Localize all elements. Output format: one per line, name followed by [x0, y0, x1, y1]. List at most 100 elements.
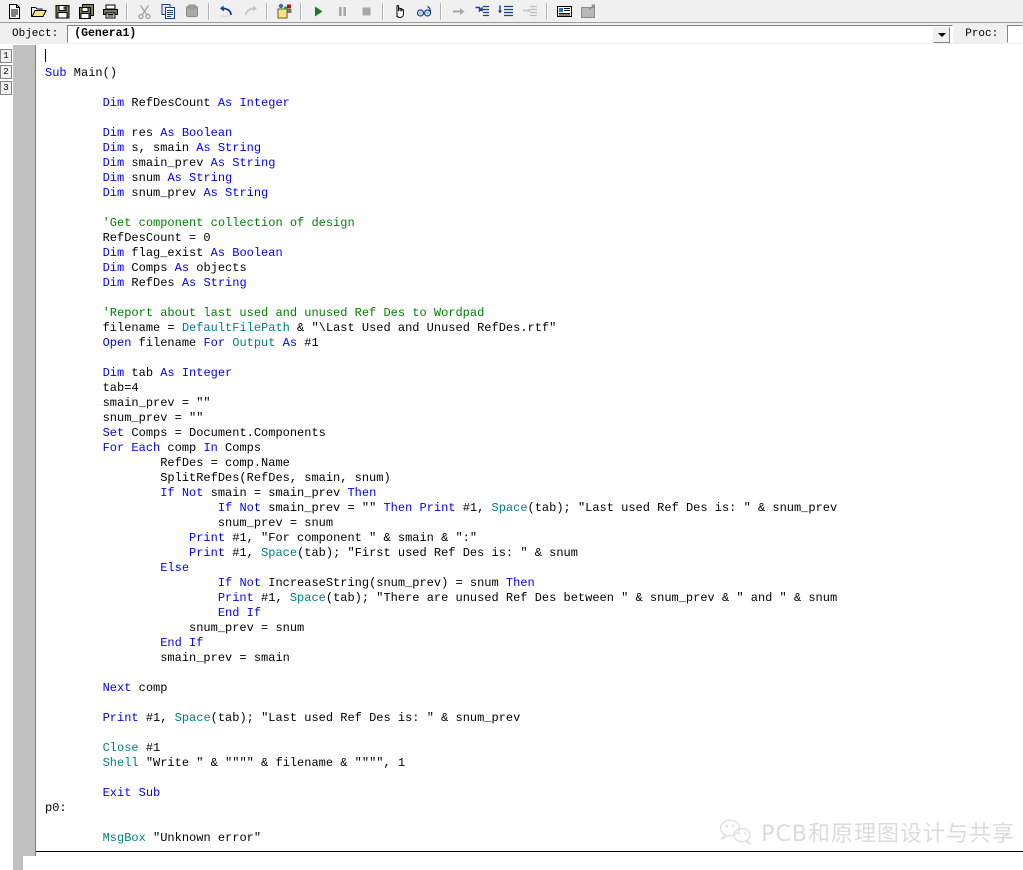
run-to-cursor-arrow-icon[interactable]	[446, 1, 470, 22]
code-token: filename	[131, 336, 203, 350]
code-line: Dim snum As String	[45, 171, 1023, 186]
code-line	[45, 726, 1023, 741]
code-token: As	[196, 141, 210, 155]
print-icon[interactable]	[98, 1, 122, 22]
code-token: Then	[383, 501, 412, 515]
code-token: (tab); "There are unused Ref Des between…	[326, 591, 837, 605]
code-line: Print #1, Space(tab); "First used Ref De…	[45, 546, 1023, 561]
code-line: Dim RefDesCount As Integer	[45, 96, 1023, 111]
code-token	[45, 786, 103, 800]
code-token	[45, 186, 103, 200]
object-browser-icon[interactable]	[552, 1, 576, 22]
code-token	[45, 426, 103, 440]
code-token: #1	[297, 336, 319, 350]
code-line: For Each comp In Comps	[45, 441, 1023, 456]
code-token: As	[175, 261, 189, 275]
open-folder-icon[interactable]	[26, 1, 50, 22]
horizontal-scrollbar-track[interactable]	[23, 863, 1023, 864]
find-replace-icon[interactable]	[272, 1, 296, 22]
cut-scissors-icon[interactable]	[132, 1, 156, 22]
glasses-watch-icon[interactable]	[412, 1, 436, 22]
save-icon[interactable]	[50, 1, 74, 22]
code-token: As	[211, 156, 225, 170]
text-caret	[45, 49, 46, 62]
code-line	[45, 666, 1023, 681]
code-token: String	[225, 186, 268, 200]
code-line	[45, 81, 1023, 96]
hand-breakpoint-icon[interactable]	[388, 1, 412, 22]
stop-icon[interactable]	[354, 1, 378, 22]
code-token	[45, 126, 103, 140]
run-play-icon[interactable]	[306, 1, 330, 22]
code-token	[45, 216, 103, 230]
bookmark-margin[interactable]	[13, 45, 36, 870]
code-token: IncreaseString(snum_prev) = snum	[261, 576, 506, 590]
code-token: Close	[103, 741, 139, 755]
code-line: snum_prev = snum	[45, 621, 1023, 636]
code-token: Shell	[103, 756, 139, 770]
code-token: As	[218, 96, 232, 110]
code-token: Comps	[218, 441, 261, 455]
code-token	[45, 336, 103, 350]
object-combobox[interactable]: (Genera1)	[67, 25, 953, 43]
code-token: tab=4	[45, 381, 139, 395]
code-line: If Not IncreaseString(snum_prev) = snum …	[45, 576, 1023, 591]
code-token: 'Report about last used and unused Ref D…	[103, 306, 485, 320]
code-line	[45, 816, 1023, 831]
properties-window-icon[interactable]	[576, 1, 600, 22]
horizontal-scrollbar[interactable]	[23, 856, 1023, 870]
code-line: Sub Main()	[45, 66, 1023, 81]
code-pane[interactable]: Sub Main() Dim RefDesCount As Integer Di…	[36, 45, 1023, 870]
code-line: Exit Sub	[45, 786, 1023, 801]
object-label: Object:	[0, 28, 67, 40]
pause-icon[interactable]	[330, 1, 354, 22]
code-token	[45, 96, 103, 110]
code-token	[45, 141, 103, 155]
save-all-icon[interactable]	[74, 1, 98, 22]
main-toolbar	[0, 0, 1023, 23]
code-token	[45, 156, 103, 170]
code-token: As	[160, 366, 174, 380]
redo-arrow-icon[interactable]	[238, 1, 262, 22]
code-token: smain_prev	[124, 156, 210, 170]
code-token: Dim	[103, 171, 125, 185]
copy-icon[interactable]	[156, 1, 180, 22]
proc-combobox[interactable]	[1007, 25, 1023, 43]
code-line: Dim smain_prev As String	[45, 156, 1023, 171]
code-text[interactable]: Sub Main() Dim RefDesCount As Integer Di…	[36, 45, 1023, 870]
code-token	[45, 741, 103, 755]
code-token	[45, 591, 218, 605]
code-token	[45, 246, 103, 260]
line-number-marker[interactable]: 3	[0, 81, 12, 95]
code-token	[45, 711, 103, 725]
current-line-underline	[36, 851, 1023, 852]
chevron-down-icon[interactable]	[933, 27, 950, 43]
undo-arrow-icon[interactable]	[214, 1, 238, 22]
code-token	[275, 336, 282, 350]
code-line: Open filename For Output As #1	[45, 336, 1023, 351]
proc-label: Proc:	[953, 28, 1007, 40]
code-token: String	[189, 171, 232, 185]
paste-icon[interactable]	[180, 1, 204, 22]
code-token: comp	[160, 441, 203, 455]
code-token: For	[203, 336, 225, 350]
code-line: Dim Comps As objects	[45, 261, 1023, 276]
step-into-icon[interactable]	[470, 1, 494, 22]
toolbar-separator	[546, 3, 548, 20]
line-number-marker[interactable]: 2	[0, 65, 12, 79]
code-token: RefDesCount	[124, 96, 218, 110]
code-line: 'Get component collection of design	[45, 216, 1023, 231]
code-token: Each	[131, 441, 160, 455]
code-token: Sub	[45, 66, 67, 80]
code-token: Print	[189, 531, 225, 545]
code-token: #1,	[139, 711, 175, 725]
code-editor: 1 2 3 Sub Main() Dim RefDesCount As Intege…	[0, 45, 1023, 870]
line-number-marker[interactable]: 1	[0, 49, 12, 63]
new-file-icon[interactable]	[2, 1, 26, 22]
step-over-icon[interactable]	[494, 1, 518, 22]
step-out-icon[interactable]	[518, 1, 542, 22]
code-token: Sub	[139, 786, 161, 800]
toolbar-separator	[440, 3, 442, 20]
code-line: Dim flag_exist As Boolean	[45, 246, 1023, 261]
code-token	[175, 486, 182, 500]
